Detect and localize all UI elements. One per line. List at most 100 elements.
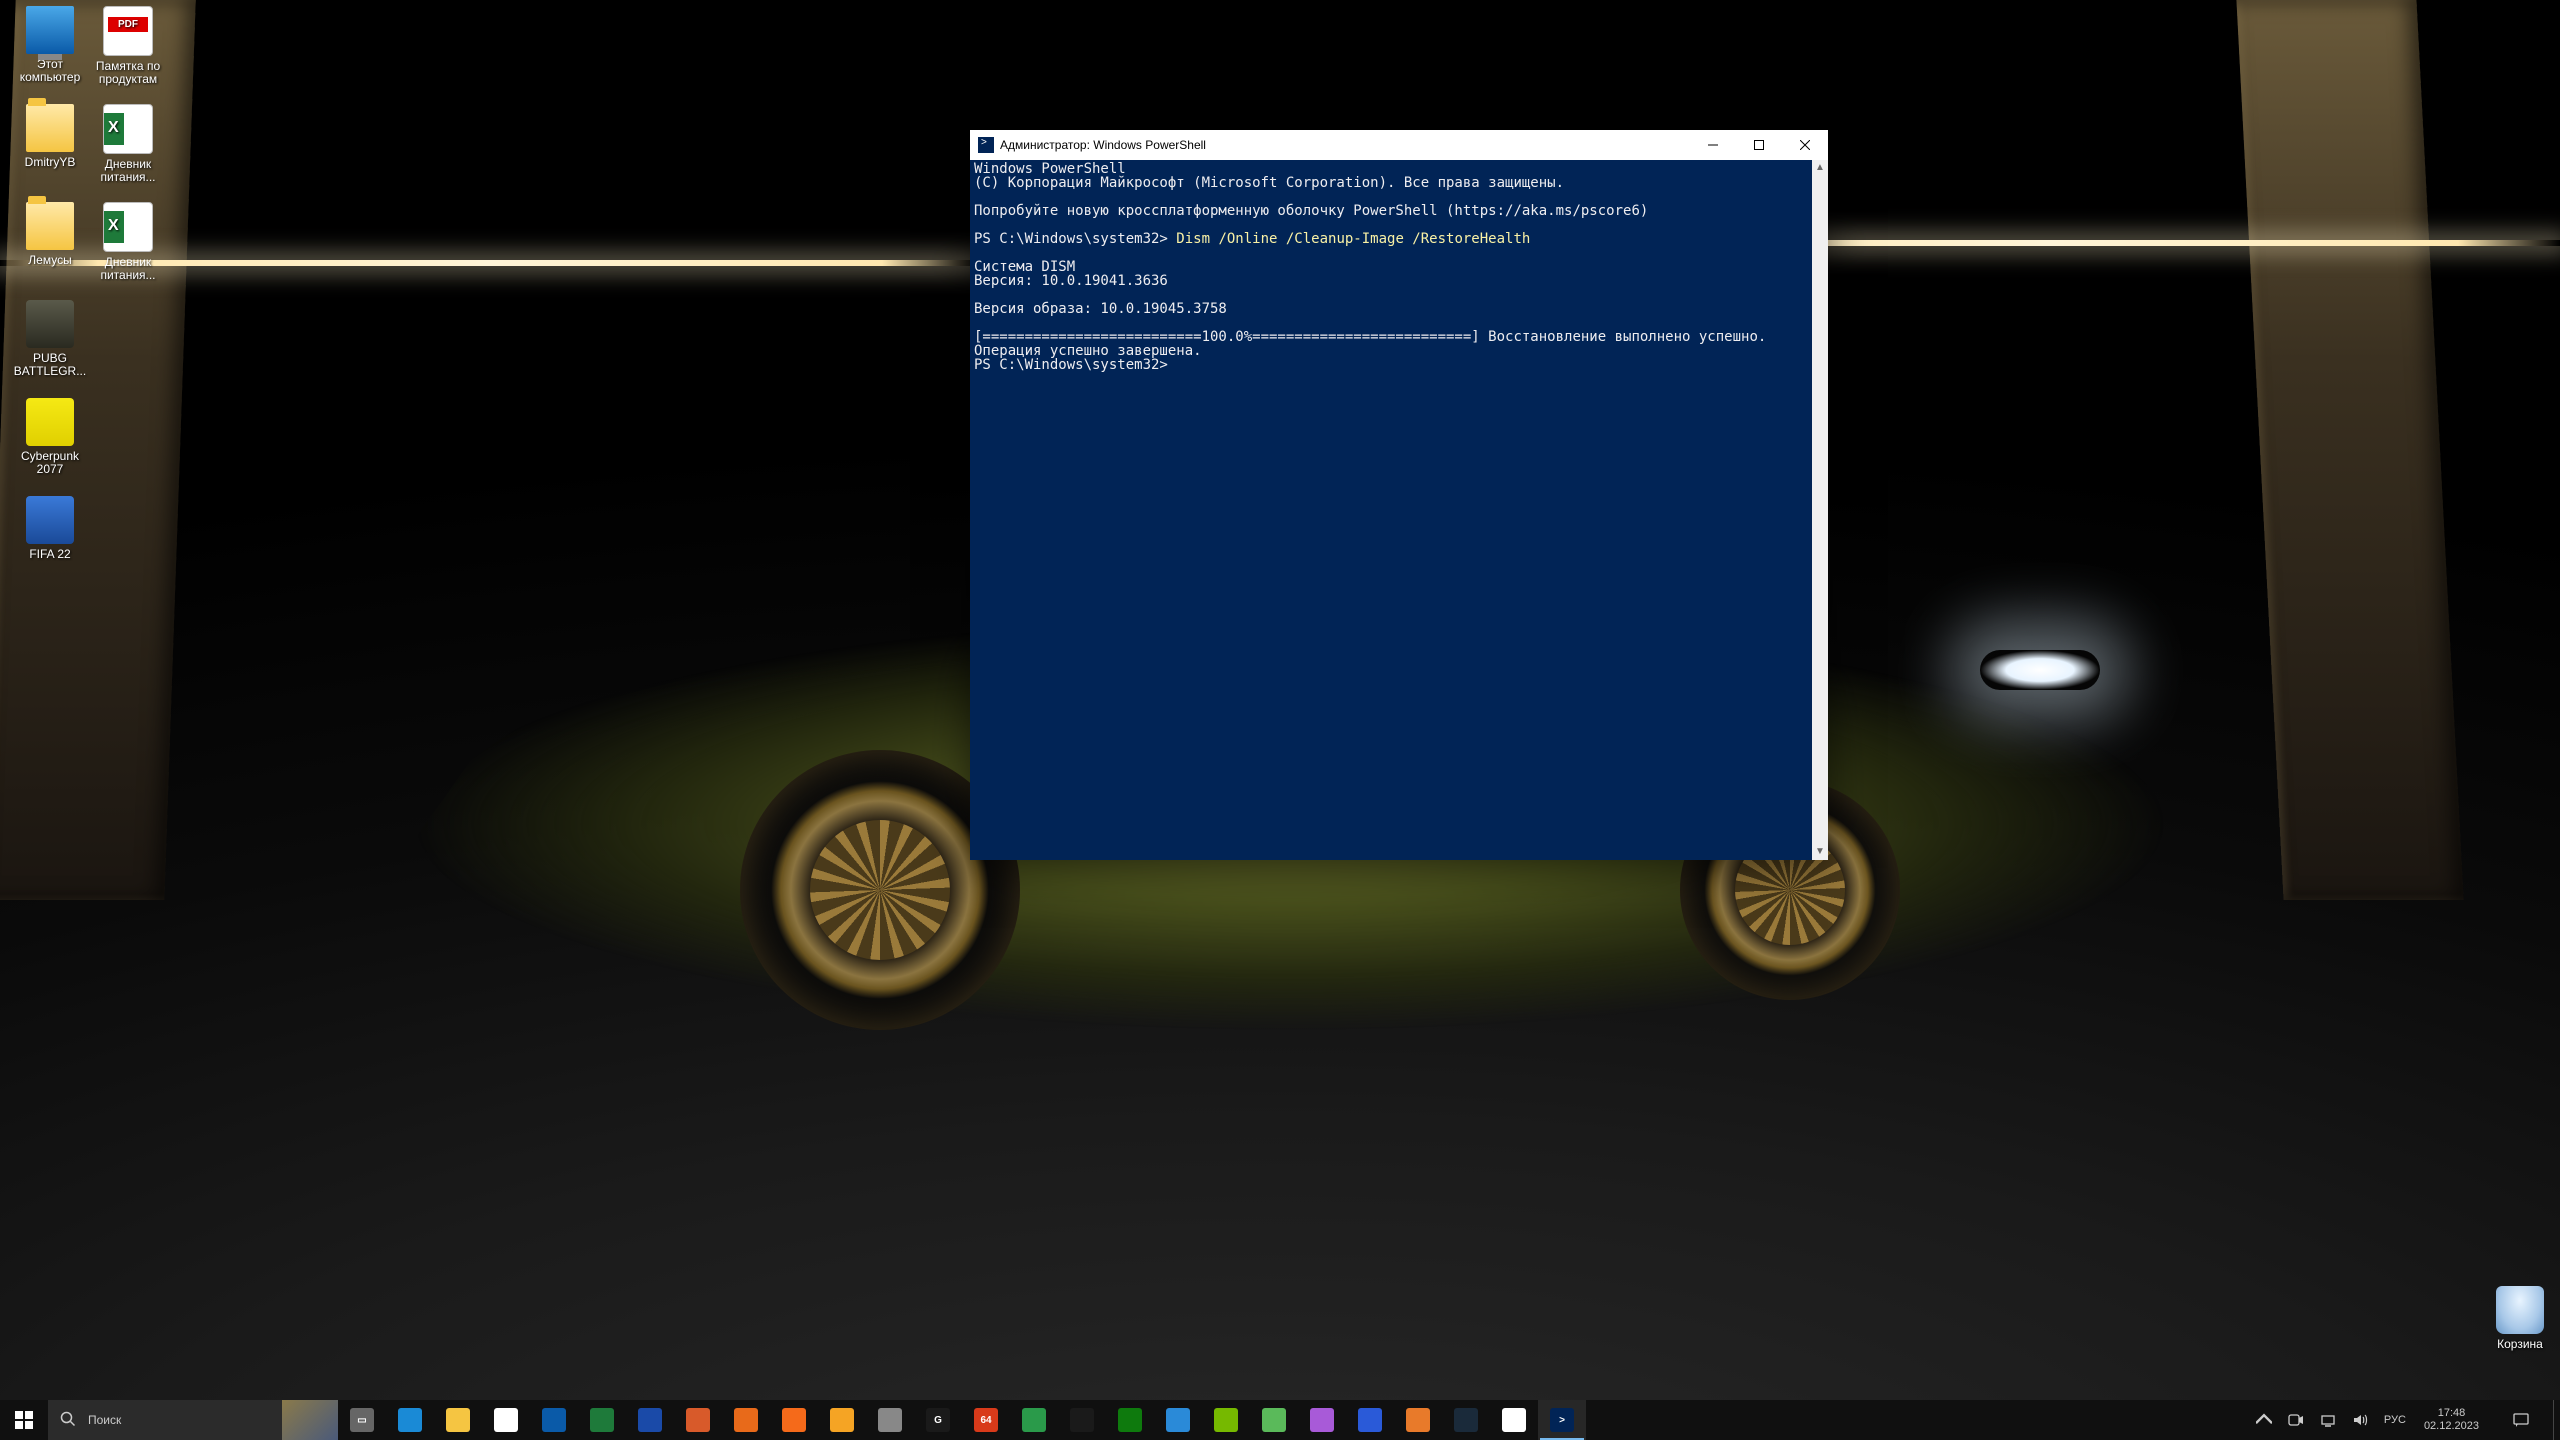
search-placeholder: Поиск xyxy=(88,1413,121,1427)
maximize-button[interactable] xyxy=(1736,130,1782,160)
taskbar-app-aida64[interactable]: 64 xyxy=(962,1400,1010,1440)
app-blue2-icon xyxy=(1358,1408,1382,1432)
taskbar-app-app-green[interactable] xyxy=(1010,1400,1058,1440)
taskbar-app-app-blue1[interactable] xyxy=(1154,1400,1202,1440)
close-button[interactable] xyxy=(1782,130,1828,160)
icon-label: Памятка по продуктам xyxy=(90,60,166,86)
excel-icon xyxy=(103,202,153,252)
taskbar-app-word[interactable] xyxy=(626,1400,674,1440)
app-blue1-icon xyxy=(1166,1408,1190,1432)
taskbar-app-ms-store[interactable]: 🛍 xyxy=(482,1400,530,1440)
taskbar-app-file-explorer[interactable] xyxy=(434,1400,482,1440)
taskbar-app-app-blue2[interactable] xyxy=(1346,1400,1394,1440)
taskbar-app-app-orange[interactable] xyxy=(1394,1400,1442,1440)
taskbar: Поиск ▭ 🛍 G 64 ◉> РУС 17:48 02.12.2023 xyxy=(0,1400,2560,1440)
taskbar-app-media-player[interactable] xyxy=(818,1400,866,1440)
meet-now-icon[interactable] xyxy=(2280,1400,2312,1440)
icon-label: PUBG BATTLEGR... xyxy=(12,352,88,378)
folder-icon xyxy=(26,202,74,250)
xbox-icon xyxy=(1118,1408,1142,1432)
firefox-icon xyxy=(734,1408,758,1432)
clock-time: 17:48 xyxy=(2438,1407,2466,1420)
desktop-icon-excel-diary2[interactable]: Дневник питания... xyxy=(90,202,166,282)
taskbar-app-excel[interactable] xyxy=(578,1400,626,1440)
clock[interactable]: 17:48 02.12.2023 xyxy=(2414,1400,2489,1440)
desktop-icon-game-cyberpunk[interactable]: Cyberpunk 2077 xyxy=(12,398,88,476)
pc-icon xyxy=(26,6,74,54)
folder-icon xyxy=(26,104,74,152)
pubg-icon xyxy=(26,300,74,348)
desktop-icon-folder-lemoy[interactable]: Лемусы xyxy=(12,202,88,267)
app-green2-icon xyxy=(1262,1408,1286,1432)
scroll-down-icon[interactable]: ▼ xyxy=(1812,844,1828,860)
windows-icon xyxy=(15,1411,33,1429)
taskbar-app-firefox[interactable] xyxy=(722,1400,770,1440)
icon-label: Cyberpunk 2077 xyxy=(12,450,88,476)
icon-label: Корзина xyxy=(2482,1338,2558,1351)
aida64-icon: 64 xyxy=(974,1408,998,1432)
media-player-icon xyxy=(830,1408,854,1432)
icon-label: Дневник питания... xyxy=(90,158,166,184)
search-box[interactable]: Поиск xyxy=(48,1400,338,1440)
desktop-icon-pdf-memo[interactable]: Памятка по продуктам xyxy=(90,6,166,86)
taskbar-app-nvidia[interactable] xyxy=(1202,1400,1250,1440)
start-button[interactable] xyxy=(0,1400,48,1440)
window-titlebar[interactable]: Администратор: Windows PowerShell xyxy=(970,130,1828,160)
icon-label: Дневник питания... xyxy=(90,256,166,282)
window-title: Администратор: Windows PowerShell xyxy=(1000,138,1690,152)
network-icon[interactable] xyxy=(2312,1400,2344,1440)
minimize-button[interactable] xyxy=(1690,130,1736,160)
taskbar-app-app-dark[interactable] xyxy=(1058,1400,1106,1440)
action-center-button[interactable] xyxy=(2489,1400,2553,1440)
taskbar-app-app-purple[interactable] xyxy=(1298,1400,1346,1440)
taskbar-app-origin[interactable] xyxy=(770,1400,818,1440)
ms-store-icon: 🛍 xyxy=(494,1408,518,1432)
icon-label: FIFA 22 xyxy=(12,548,88,561)
app-orange-icon xyxy=(1406,1408,1430,1432)
scrollbar[interactable]: ▲ ▼ xyxy=(1812,160,1828,860)
file-explorer-icon xyxy=(446,1408,470,1432)
edge-icon xyxy=(398,1408,422,1432)
taskbar-app-steam[interactable] xyxy=(1442,1400,1490,1440)
taskbar-app-mail[interactable] xyxy=(530,1400,578,1440)
search-highlight-image xyxy=(282,1400,338,1440)
app-dark-icon xyxy=(1070,1408,1094,1432)
taskbar-app-app-grey1[interactable] xyxy=(866,1400,914,1440)
desktop-icon-game-fifa[interactable]: FIFA 22 xyxy=(12,496,88,561)
scroll-up-icon[interactable]: ▲ xyxy=(1812,160,1828,176)
desktop-icon-this-pc[interactable]: Этот компьютер xyxy=(12,6,88,84)
desktop-icon-folder-dmitry[interactable]: DmitryYB xyxy=(12,104,88,169)
search-icon xyxy=(48,1411,88,1430)
word-icon xyxy=(638,1408,662,1432)
taskbar-app-task-view[interactable]: ▭ xyxy=(338,1400,386,1440)
desktop-icon-recycle-bin[interactable]: Корзина xyxy=(2482,1286,2558,1351)
taskbar-app-edge[interactable] xyxy=(386,1400,434,1440)
show-desktop-button[interactable] xyxy=(2553,1400,2560,1440)
task-view-icon: ▭ xyxy=(350,1408,374,1432)
powershell-icon xyxy=(978,137,994,153)
language-indicator[interactable]: РУС xyxy=(2376,1400,2414,1440)
opera-gx-icon: G xyxy=(926,1408,950,1432)
clock-date: 02.12.2023 xyxy=(2424,1420,2479,1433)
app-purple-icon xyxy=(1310,1408,1334,1432)
terminal-output[interactable]: Windows PowerShell (C) Корпорация Майкро… xyxy=(970,160,1812,860)
bin-icon xyxy=(2496,1286,2544,1334)
powershell-window: Администратор: Windows PowerShell Window… xyxy=(970,130,1828,860)
taskbar-app-opera-gx[interactable]: G xyxy=(914,1400,962,1440)
volume-icon[interactable] xyxy=(2344,1400,2376,1440)
desktop-icon-excel-diary1[interactable]: Дневник питания... xyxy=(90,104,166,184)
excel-icon xyxy=(590,1408,614,1432)
taskbar-app-app-multi[interactable] xyxy=(674,1400,722,1440)
taskbar-app-chrome[interactable]: ◉ xyxy=(1490,1400,1538,1440)
tray-overflow-button[interactable] xyxy=(2248,1400,2280,1440)
taskbar-app-app-green2[interactable] xyxy=(1250,1400,1298,1440)
nvidia-icon xyxy=(1214,1408,1238,1432)
mail-icon xyxy=(542,1408,566,1432)
cp-icon xyxy=(26,398,74,446)
pdf-icon xyxy=(103,6,153,56)
icon-label: Этот компьютер xyxy=(12,58,88,84)
desktop-icon-game-pubg[interactable]: PUBG BATTLEGR... xyxy=(12,300,88,378)
taskbar-app-powershell[interactable]: > xyxy=(1538,1400,1586,1440)
app-multi-icon xyxy=(686,1408,710,1432)
taskbar-app-xbox[interactable] xyxy=(1106,1400,1154,1440)
